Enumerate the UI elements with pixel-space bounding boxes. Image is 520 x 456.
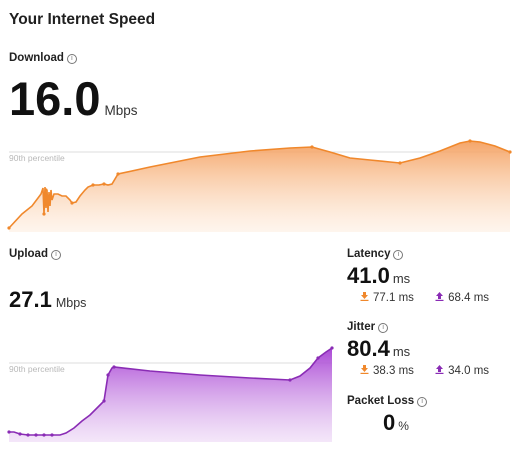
packet-loss-value: 0 bbox=[383, 410, 396, 435]
jitter-value: 80.4 bbox=[347, 336, 390, 361]
jitter-label-row: Jitter i bbox=[347, 321, 389, 333]
download-label-row: Download i bbox=[9, 52, 77, 64]
download-speed: 16.0 Mbps bbox=[9, 71, 138, 126]
latency-label-row: Latency i bbox=[347, 248, 404, 260]
upload-arrow-icon bbox=[435, 365, 444, 377]
upload-chart: 90th percentile bbox=[7, 346, 334, 442]
upload-point bbox=[102, 399, 106, 403]
packet-loss-unit: % bbox=[398, 419, 409, 433]
latency-unit: ms bbox=[392, 271, 411, 286]
info-circle-icon[interactable]: i bbox=[66, 54, 77, 64]
upload-point bbox=[316, 356, 320, 360]
latency-breakdown: 77.1 ms 68.4 ms bbox=[360, 292, 489, 304]
download-point bbox=[310, 145, 314, 149]
jitter-label: Jitter bbox=[347, 321, 376, 333]
jitter-value-row: 80.4 ms bbox=[347, 336, 410, 362]
latency-value-row: 41.0 ms bbox=[347, 263, 410, 289]
download-point bbox=[70, 201, 74, 205]
packet-loss-label-row: Packet Loss i bbox=[347, 395, 428, 407]
download-point bbox=[508, 150, 512, 154]
info-circle-icon[interactable]: i bbox=[50, 250, 61, 260]
page-title: Your Internet Speed bbox=[9, 11, 156, 28]
packet-loss-label: Packet Loss bbox=[347, 395, 415, 407]
upload-point bbox=[50, 433, 54, 437]
download-value: 16.0 bbox=[9, 72, 101, 125]
download-area bbox=[9, 141, 510, 232]
latency-upload-value: 68.4 ms bbox=[448, 292, 490, 304]
latency-value: 41.0 bbox=[347, 263, 390, 288]
upload-point bbox=[34, 433, 38, 437]
upload-percentile-label: 90th percentile bbox=[9, 364, 65, 374]
upload-unit: Mbps bbox=[55, 296, 87, 310]
upload-speed: 27.1 Mbps bbox=[9, 287, 86, 313]
download-point bbox=[468, 139, 472, 143]
upload-point bbox=[26, 433, 30, 437]
upload-value: 27.1 bbox=[9, 287, 52, 312]
download-percentile-label: 90th percentile bbox=[9, 153, 65, 163]
info-circle-icon[interactable]: i bbox=[378, 323, 389, 333]
upload-point bbox=[112, 365, 116, 369]
download-chart: 90th percentile bbox=[7, 139, 512, 232]
upload-point bbox=[330, 346, 334, 350]
upload-point bbox=[288, 378, 292, 382]
download-point bbox=[91, 183, 95, 187]
upload-point bbox=[18, 432, 22, 436]
download-point bbox=[116, 172, 120, 176]
jitter-breakdown: 38.3 ms 34.0 ms bbox=[360, 365, 489, 377]
upload-area bbox=[9, 348, 332, 442]
upload-label-row: Upload i bbox=[9, 248, 61, 260]
jitter-upload-value: 34.0 ms bbox=[448, 365, 490, 377]
packet-loss-value-row: 0% bbox=[383, 410, 409, 436]
download-point bbox=[42, 212, 46, 216]
download-point bbox=[102, 182, 106, 186]
info-circle-icon[interactable]: i bbox=[417, 397, 428, 407]
download-label: Download bbox=[9, 52, 64, 64]
upload-label: Upload bbox=[9, 248, 48, 260]
download-unit: Mbps bbox=[104, 103, 138, 118]
download-arrow-icon bbox=[360, 292, 369, 304]
latency-download-value: 77.1 ms bbox=[373, 292, 414, 304]
download-point bbox=[7, 226, 11, 230]
upload-point bbox=[7, 430, 11, 434]
jitter-unit: ms bbox=[392, 344, 411, 359]
download-arrow-icon bbox=[360, 365, 369, 377]
info-circle-icon[interactable]: i bbox=[393, 250, 404, 260]
latency-label: Latency bbox=[347, 248, 391, 260]
upload-point bbox=[42, 433, 46, 437]
download-point bbox=[44, 188, 48, 192]
download-point bbox=[398, 161, 402, 165]
jitter-download-value: 38.3 ms bbox=[373, 365, 414, 377]
upload-arrow-icon bbox=[435, 292, 444, 304]
upload-point bbox=[106, 373, 110, 377]
